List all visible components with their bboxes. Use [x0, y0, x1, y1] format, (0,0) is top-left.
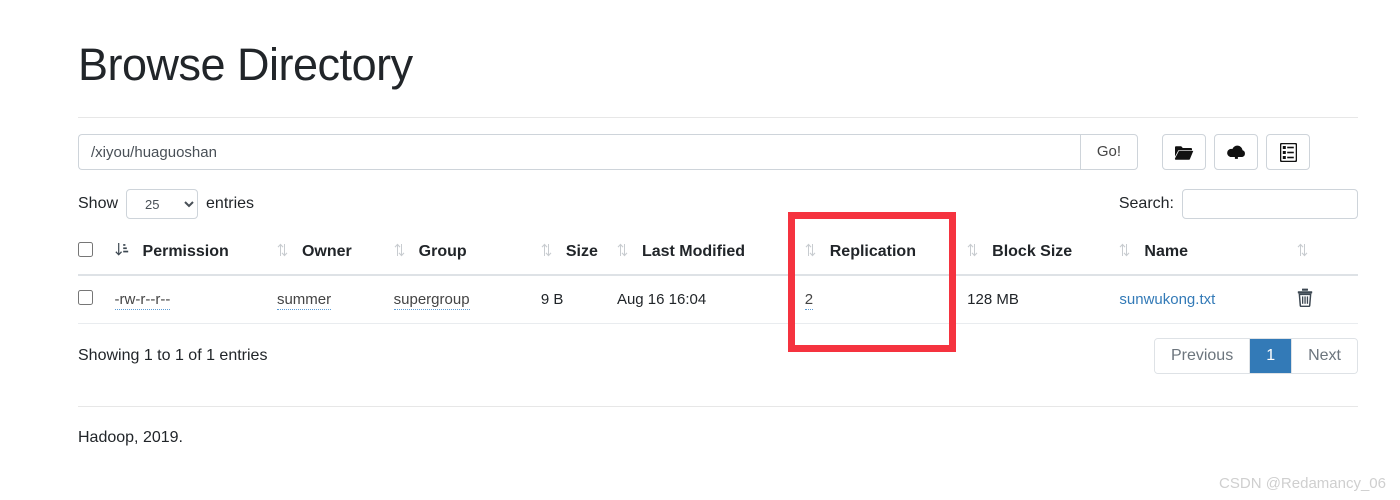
- th-replication[interactable]: Replication: [804, 232, 968, 276]
- file-name-link[interactable]: sunwukong.txt: [1119, 291, 1215, 308]
- th-actions: [1297, 232, 1358, 276]
- th-name[interactable]: Name: [1119, 232, 1298, 276]
- th-block-size[interactable]: Block Size: [967, 232, 1120, 276]
- folder-icon: [1174, 144, 1194, 161]
- search-label: Search:: [1118, 195, 1174, 212]
- th-size-label: Size: [565, 243, 598, 260]
- pagination-previous[interactable]: Previous: [1154, 339, 1251, 373]
- path-action-buttons: [1162, 134, 1310, 170]
- path-input-group: Go!: [78, 134, 1138, 170]
- show-entries-control: Show 25 entries: [78, 189, 254, 219]
- delete-file-button[interactable]: [1297, 288, 1313, 310]
- title-divider: [78, 117, 1358, 118]
- sort-both-icon: [967, 243, 978, 262]
- cell-name: sunwukong.txt: [1119, 275, 1298, 324]
- path-input[interactable]: [78, 134, 1080, 170]
- cell-permission: -rw-r--r--: [114, 275, 277, 324]
- sort-both-icon: [805, 243, 816, 262]
- trash-icon: [1297, 288, 1313, 310]
- owner-value[interactable]: summer: [276, 291, 332, 310]
- pagination-page-1[interactable]: 1: [1250, 339, 1293, 373]
- entries-select[interactable]: 25: [126, 189, 199, 219]
- select-all-checkbox[interactable]: [78, 242, 93, 257]
- files-table-head: Permission Owner Group Size Last Modifie…: [78, 232, 1358, 276]
- th-last-modified[interactable]: Last Modified: [616, 232, 805, 276]
- cloud-upload-icon: [1226, 144, 1247, 161]
- cell-replication: 2: [804, 275, 968, 324]
- cell-size: 9 B: [540, 275, 617, 324]
- table-header-row: Permission Owner Group Size Last Modifie…: [78, 232, 1358, 276]
- th-permission-label: Permission: [142, 243, 229, 260]
- search-input[interactable]: [1182, 189, 1358, 219]
- th-owner[interactable]: Owner: [276, 232, 394, 276]
- sort-both-icon: [541, 243, 552, 262]
- cell-actions: [1297, 275, 1358, 324]
- row-checkbox[interactable]: [78, 290, 93, 305]
- search-control: Search:: [1119, 189, 1358, 219]
- th-size[interactable]: Size: [540, 232, 617, 276]
- site-footer-text: Hadoop, 2019.: [78, 429, 183, 446]
- footer-divider: [78, 406, 1358, 407]
- replication-value[interactable]: 2: [804, 291, 814, 310]
- th-block-size-label: Block Size: [992, 243, 1073, 260]
- watermark: CSDN @Redamancy_06: [1219, 475, 1386, 492]
- path-bar-row: Go!: [78, 134, 1358, 170]
- th-permission[interactable]: Permission: [114, 232, 277, 276]
- pagination: Previous 1 Next: [1153, 338, 1358, 374]
- browse-directory-page: Browse Directory Go!: [78, 0, 1358, 500]
- upload-files-button[interactable]: [1214, 134, 1258, 170]
- showing-entries-info: Showing 1 to 1 of 1 entries: [78, 347, 268, 364]
- row-select-cell[interactable]: [78, 275, 115, 324]
- th-name-label: Name: [1144, 243, 1188, 260]
- list-clipboard-icon: [1279, 142, 1297, 162]
- sort-both-icon: [277, 243, 288, 262]
- th-last-modified-label: Last Modified: [641, 243, 746, 260]
- th-group[interactable]: Group: [393, 232, 541, 276]
- th-select-all[interactable]: [78, 232, 115, 276]
- th-group-label: Group: [418, 243, 467, 260]
- pagination-next[interactable]: Next: [1292, 339, 1357, 373]
- sort-amount-down-icon: [114, 242, 129, 262]
- table-controls-row: Show 25 entries Search:: [78, 188, 1358, 220]
- cell-owner: summer: [276, 275, 394, 324]
- create-directory-button[interactable]: [1162, 134, 1206, 170]
- entries-label: entries: [206, 195, 255, 212]
- page-title: Browse Directory: [78, 39, 413, 90]
- cell-last-modified: Aug 16 16:04: [616, 275, 805, 324]
- th-owner-label: Owner: [301, 243, 352, 260]
- sort-both-icon: [394, 243, 405, 262]
- sort-both-icon: [1297, 243, 1308, 262]
- cell-block-size: 128 MB: [967, 275, 1120, 324]
- table-footer: Showing 1 to 1 of 1 entries Previous 1 N…: [78, 338, 1358, 374]
- files-table: Permission Owner Group Size Last Modifie…: [78, 232, 1358, 324]
- th-replication-label: Replication: [829, 243, 916, 260]
- cell-group: supergroup: [393, 275, 541, 324]
- go-button[interactable]: Go!: [1079, 134, 1138, 170]
- permission-value[interactable]: -rw-r--r--: [114, 291, 171, 310]
- files-table-body: -rw-r--r-- summer supergroup 9 B Aug 16 …: [78, 275, 1358, 324]
- show-label: Show: [78, 195, 119, 212]
- sort-both-icon: [1119, 243, 1130, 262]
- group-value[interactable]: supergroup: [393, 291, 470, 310]
- table-row: -rw-r--r-- summer supergroup 9 B Aug 16 …: [78, 275, 1358, 324]
- sort-both-icon: [617, 243, 628, 262]
- cut-paste-button[interactable]: [1266, 134, 1310, 170]
